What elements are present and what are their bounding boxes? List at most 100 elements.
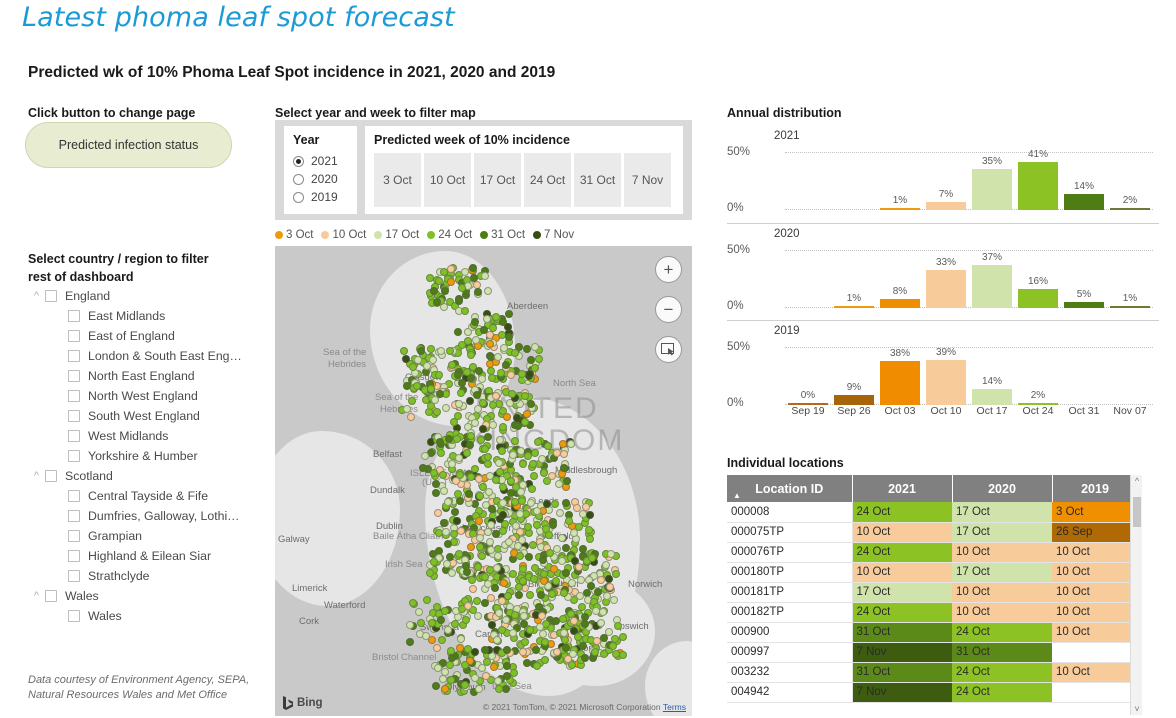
map-point[interactable] [432, 644, 441, 653]
map-point[interactable] [591, 606, 600, 615]
map-point[interactable] [547, 472, 556, 481]
map-point[interactable] [461, 306, 470, 315]
region-item-1-1[interactable]: Dumfries, Galloway, Lothi… [28, 506, 273, 526]
region-checkbox[interactable] [68, 510, 80, 522]
map-point[interactable] [462, 368, 471, 377]
map-point[interactable] [557, 556, 566, 565]
chart-bar[interactable] [1018, 289, 1058, 308]
map-point[interactable] [466, 543, 475, 552]
region-checkbox[interactable] [68, 310, 80, 322]
map-point[interactable] [450, 619, 459, 628]
map-point[interactable] [498, 422, 507, 431]
map-point[interactable] [475, 474, 484, 483]
map-point[interactable] [488, 620, 497, 629]
region-checkbox[interactable] [68, 450, 80, 462]
region-group-wales[interactable]: ^ Wales [28, 586, 273, 606]
map-point[interactable] [435, 370, 444, 379]
table-row[interactable]: 000997 7 Nov 31 Oct [727, 642, 1138, 663]
region-item-0-0[interactable]: East Midlands [28, 306, 273, 326]
chart-bar-slot[interactable]: 1% [834, 250, 874, 308]
map-point[interactable] [531, 363, 540, 372]
region-checkbox[interactable] [68, 370, 80, 382]
map-point[interactable] [488, 504, 497, 513]
map-point[interactable] [432, 602, 441, 611]
region-item-1-2[interactable]: Grampian [28, 526, 273, 546]
chart-bar[interactable] [880, 360, 920, 405]
map-point[interactable] [432, 681, 441, 690]
table-row[interactable]: 000076TP 24 Oct 10 Oct 10 Oct [727, 542, 1138, 563]
chart-bar[interactable] [1110, 207, 1150, 210]
map-point[interactable] [502, 661, 511, 670]
map-point[interactable] [519, 611, 528, 620]
map-point[interactable] [518, 369, 527, 378]
chart-bar[interactable] [1110, 306, 1150, 308]
map-point[interactable] [510, 349, 519, 358]
map-point[interactable] [466, 351, 475, 360]
map-point[interactable] [534, 354, 543, 363]
map-point[interactable] [454, 296, 463, 305]
map-point[interactable] [477, 375, 486, 384]
map-point[interactable] [421, 631, 430, 640]
map-point[interactable] [408, 598, 417, 607]
radio-icon[interactable] [293, 173, 304, 185]
scroll-down-icon[interactable]: ˅ [1131, 704, 1143, 714]
region-group-england[interactable]: ^ England [28, 286, 273, 306]
map-point[interactable] [564, 654, 572, 663]
map-point[interactable] [453, 328, 462, 337]
predicted-infection-status-button[interactable]: Predicted infection status [25, 122, 232, 168]
map-point[interactable] [511, 436, 520, 445]
map-point[interactable] [429, 286, 438, 295]
map-point[interactable] [461, 616, 470, 625]
map-point[interactable] [504, 332, 513, 341]
map-point[interactable] [447, 459, 456, 468]
map-point[interactable] [543, 441, 552, 450]
map-point[interactable] [441, 403, 450, 412]
map-point[interactable] [467, 472, 476, 481]
year-radio-2019[interactable]: 2019 [293, 188, 348, 206]
map-point[interactable] [586, 581, 595, 590]
map-point[interactable] [540, 638, 549, 647]
chart-bar-slot[interactable]: 2% [1018, 347, 1058, 405]
map-point[interactable] [493, 353, 502, 362]
map-point[interactable] [470, 418, 479, 427]
map-point[interactable] [438, 636, 447, 645]
map-point[interactable] [516, 487, 525, 496]
map-point[interactable] [568, 578, 577, 587]
map-point[interactable] [506, 370, 515, 379]
map-point[interactable] [477, 551, 486, 560]
map-point[interactable] [436, 615, 445, 624]
map-point[interactable] [477, 664, 486, 673]
chart-bar-slot[interactable]: 8% [880, 250, 920, 308]
region-checkbox[interactable] [68, 530, 80, 542]
table-col-header-2019[interactable]: 2019 [1052, 475, 1139, 502]
map-point[interactable] [582, 502, 591, 511]
region-item-1-0[interactable]: Central Tayside & Fife [28, 486, 273, 506]
map-point[interactable] [427, 344, 436, 353]
chart-bar-slot[interactable]: 0% [788, 347, 828, 405]
year-radio-2021[interactable]: 2021 [293, 152, 348, 170]
chart-bar[interactable] [880, 298, 920, 308]
map-point[interactable] [520, 637, 529, 646]
week-tile-2[interactable]: 17 Oct [474, 153, 521, 207]
region-item-1-4[interactable]: Strathclyde [28, 566, 273, 586]
region-checkbox[interactable] [68, 430, 80, 442]
chart-bar-slot[interactable]: 1% [1110, 250, 1150, 308]
region-checkbox[interactable] [68, 390, 80, 402]
map-point[interactable] [585, 525, 594, 534]
map-point[interactable] [526, 498, 535, 507]
map-point[interactable] [482, 315, 491, 324]
map-point[interactable] [513, 541, 522, 550]
map-point[interactable] [447, 361, 456, 370]
region-item-0-7[interactable]: Yorkshire & Humber [28, 446, 273, 466]
region-group-scotland[interactable]: ^ Scotland [28, 466, 273, 486]
map-point[interactable] [405, 638, 414, 647]
map-point[interactable] [471, 648, 480, 657]
map-point[interactable] [455, 453, 464, 462]
radio-icon[interactable] [293, 191, 304, 203]
map-point[interactable] [495, 608, 504, 617]
map-point[interactable] [529, 472, 538, 481]
chart-bar-slot[interactable]: 33% [926, 250, 966, 308]
chart-bar-slot[interactable]: 41% [1018, 149, 1058, 210]
region-item-0-2[interactable]: London & South East Eng… [28, 346, 273, 366]
map-point[interactable] [468, 264, 477, 273]
